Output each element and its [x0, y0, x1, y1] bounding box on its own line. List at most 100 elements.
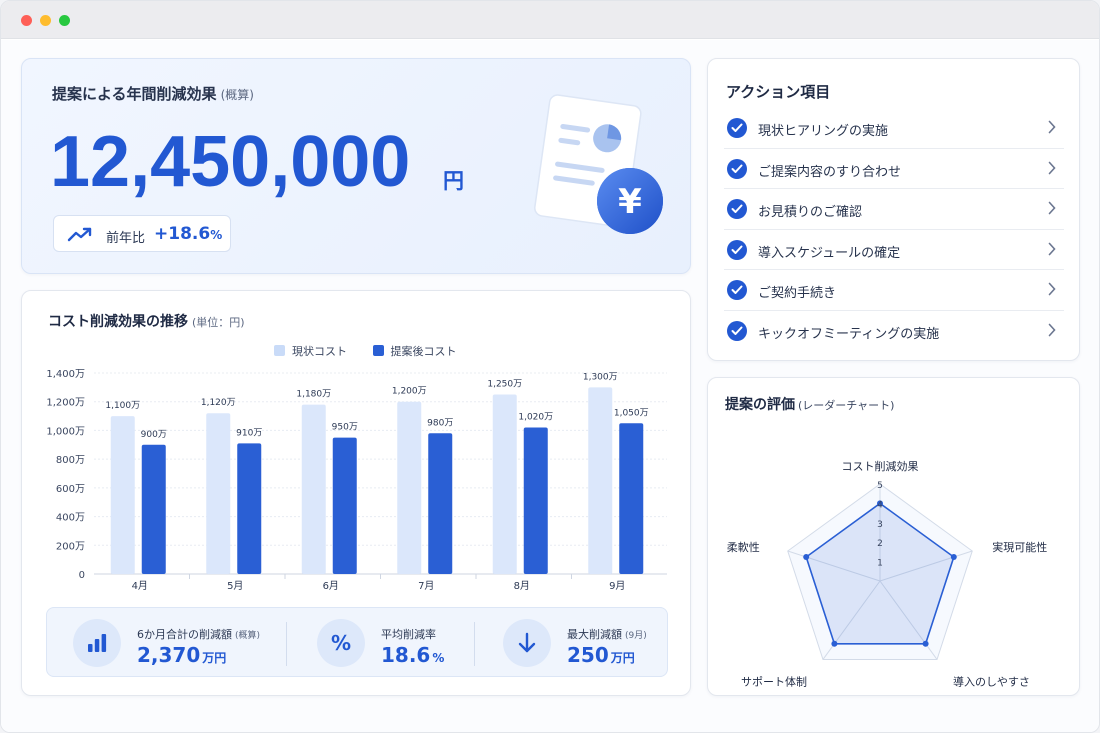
bar-proposed-cost: [428, 433, 453, 574]
bar-proposed-cost: [523, 427, 548, 574]
check-circle-icon: [727, 280, 747, 300]
cost-trend-title-note: (単位：円): [192, 316, 245, 329]
maximize-window-button[interactable]: [59, 15, 70, 26]
bar-value-label: 1,100万: [105, 401, 140, 411]
radar-scale-label: 4: [877, 500, 883, 510]
action-item-schedule[interactable]: 導入スケジュールの確定: [724, 230, 1064, 270]
savings-title: 提案による年間削減効果 (概算): [52, 83, 254, 104]
legend-item-proposed: 提案後コスト: [372, 343, 457, 359]
bar-value-label: 1,300万: [583, 372, 618, 382]
radar-axis-label: 柔軟性: [727, 540, 760, 554]
bar-value-label: 1,180万: [296, 390, 331, 400]
radar-subtitle: (レーダーチャート): [798, 399, 895, 412]
radar-scale-label: 5: [877, 481, 883, 491]
stat-label-text: 平均削減率: [381, 628, 436, 641]
close-window-button[interactable]: [21, 15, 32, 26]
x-tick-label: 5月: [227, 580, 243, 592]
stat-label-note: (9月): [625, 631, 647, 641]
chevron-right-icon: [1048, 161, 1056, 174]
check-circle-icon: [727, 158, 747, 179]
savings-summary-card: 提案による年間削減効果(概算) 12,450,000 円 前年比 +18.6%: [21, 58, 691, 274]
stat-value: 250 万円: [567, 643, 635, 667]
stat-label-note: (概算): [235, 631, 261, 641]
yoy-value-unit: %: [210, 228, 223, 242]
y-tick-label: 600万: [56, 484, 85, 495]
action-item-label: 現状ヒアリングの実施: [758, 124, 889, 139]
bar-value-label: 910万: [236, 428, 262, 438]
stat-label-text: 最大削減額: [567, 628, 622, 641]
action-item-hearing[interactable]: 現状ヒアリングの実施: [724, 108, 1064, 149]
bar-value-label: 950万: [332, 423, 358, 433]
svg-text:¥: ¥: [618, 182, 642, 222]
chart-legend: 現状コスト 提案後コスト: [274, 343, 479, 359]
y-tick-label: 800万: [56, 455, 85, 466]
evaluation-radar-card: 1 2 3 4 5 コスト削減効果 実現可能性 導入のしやすさ サポート体制 柔軟性 提案の評価(…: [707, 377, 1080, 696]
savings-amount: 12,450,000: [50, 122, 411, 202]
chevron-right-icon: [1048, 120, 1056, 134]
radar-title-text: 提案の評価: [725, 397, 795, 413]
svg-text:%: %: [331, 631, 351, 655]
y-tick-label: 1,400万: [46, 369, 85, 380]
action-item-label: お見積りのご確認: [758, 205, 863, 220]
bar-proposed-cost: [237, 443, 262, 574]
app-window: 提案による年間削減効果(概算) 12,450,000 円 前年比 +18.6%: [0, 0, 1100, 733]
stat-value-unit: 万円: [202, 651, 227, 665]
action-items-card: アクション項目 現状ヒアリングの実施 ご提案内容のすり合わせ お見積りのご確認: [707, 58, 1080, 361]
x-tick-label: 4月: [132, 580, 148, 592]
action-item-estimate[interactable]: お見積りのご確認: [724, 189, 1064, 230]
yoy-label: 前年比: [106, 231, 146, 246]
radar-axis-label: 導入のしやすさ: [953, 674, 1030, 688]
bar-current-cost: [397, 401, 422, 574]
stat-label: 平均削減率: [381, 626, 439, 642]
trend-up-icon: [67, 227, 92, 242]
chevron-right-icon: [1048, 201, 1056, 215]
yoy-value-number: +18.6: [154, 224, 211, 244]
stat-total-savings: 6か月合計の削減額 (概算) 2,370 万円: [73, 608, 263, 678]
legend-label-current: 現状コスト: [292, 345, 347, 358]
x-tick-label: 6月: [323, 580, 339, 592]
radar-scale-label: 3: [877, 520, 883, 530]
x-tick-label: 8月: [514, 580, 530, 592]
y-tick-label: 0: [79, 570, 85, 581]
action-item-kickoff[interactable]: キックオフミーティングの実施: [724, 311, 1064, 352]
dashboard: 提案による年間削減効果(概算) 12,450,000 円 前年比 +18.6%: [1, 40, 1099, 732]
stat-value-number: 2,370: [137, 643, 201, 667]
action-items-title: アクション項目: [726, 83, 831, 101]
savings-title-text: 提案による年間削減効果: [52, 85, 217, 103]
chevron-right-icon: [1048, 323, 1056, 336]
action-item-label: キックオフミーティングの実施: [758, 326, 940, 342]
legend-item-current: 現状コスト: [274, 343, 347, 359]
stat-divider: [474, 622, 475, 666]
cost-bar-chart: 0 200万 400万 600万 800万 1,000万 1,200万 1,400万 1,100…: [46, 369, 667, 592]
arrow-down-icon: [503, 619, 551, 667]
bar-value-label: 1,120万: [201, 398, 236, 408]
bar-current-cost: [492, 394, 517, 574]
savings-unit: 円: [443, 169, 464, 193]
stat-value-unit: %: [432, 651, 445, 665]
y-tick-label: 400万: [56, 513, 85, 524]
y-tick-label: 1,000万: [46, 426, 85, 437]
radar-title: 提案の評価 (レーダーチャート): [725, 394, 894, 414]
action-list: 現状ヒアリングの実施 ご提案内容のすり合わせ お見積りのご確認 導入スケジュール…: [724, 108, 1064, 351]
bar-value-label: 1,250万: [487, 380, 522, 390]
radar-chart: 1 2 3 4 5 コスト削減効果実現可能性導入のしやすさ サポート体制 柔軟性: [727, 459, 1048, 688]
check-circle-icon: [727, 239, 747, 260]
stat-label: 最大削減額 (9月): [567, 626, 647, 642]
bar-current-cost: [301, 404, 326, 574]
bar-current-cost: [110, 416, 135, 574]
action-item-proposal-alignment[interactable]: ご提案内容のすり合わせ: [724, 149, 1064, 189]
x-tick-label: 9月: [609, 580, 625, 592]
stat-value: 2,370 万円: [137, 643, 226, 667]
cost-trend-title-text: コスト削減効果の推移: [48, 314, 188, 330]
minimize-window-button[interactable]: [40, 15, 51, 26]
check-circle-icon: [727, 118, 747, 138]
radar-scale-label: 2: [877, 539, 883, 549]
check-circle-icon: [727, 320, 747, 341]
action-item-contract[interactable]: ご契約手続き: [724, 270, 1064, 311]
stat-average-rate: % 平均削減率 18.6%: [317, 608, 467, 678]
bar-proposed-cost: [332, 437, 357, 574]
bar-current-cost: [588, 387, 613, 574]
yoy-value: +18.6%: [154, 224, 222, 244]
radar-axis-label: 実現可能性: [992, 540, 1047, 554]
summary-stats: 6か月合計の削減額 (概算) 2,370 万円 % 平均削減率 18.6% 最大削減…: [46, 607, 668, 677]
